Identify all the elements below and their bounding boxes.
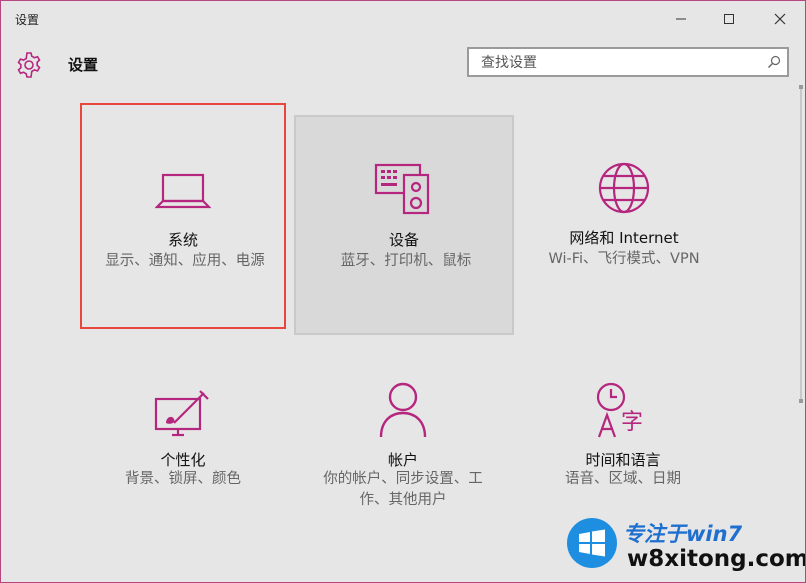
svg-text:字: 字 [621, 410, 643, 435]
tile-devices-desc: 蓝牙、打印机、鼠标 [340, 253, 472, 269]
time-language-icon: 字 [596, 382, 643, 438]
tile-accounts-name: 帐户 [387, 451, 418, 469]
personalize-icon [154, 390, 209, 437]
search-box[interactable] [467, 47, 789, 77]
tile-personalization-desc: 背景、锁屏、颜色 [125, 471, 241, 487]
window-title: 设置 [15, 13, 40, 27]
watermark-url: w8xitong.com [627, 546, 806, 572]
maximize-button[interactable] [717, 9, 741, 29]
search-icon[interactable] [767, 55, 781, 69]
tile-devices-name: 设备 [388, 231, 419, 249]
laptop-icon [155, 173, 211, 209]
tile-time-language-desc: 语音、区域、日期 [565, 471, 681, 487]
page-title: 设置 [68, 56, 99, 74]
keyboard-speaker-icon [374, 163, 430, 215]
close-button[interactable] [768, 9, 792, 29]
tile-devices[interactable]: 设备 蓝牙、打印机、鼠标 [294, 115, 514, 335]
watermark: 专注于win7 w8xitong.com [559, 512, 805, 578]
tile-personalization-name: 个性化 [160, 451, 206, 469]
windows-logo-icon [567, 518, 617, 568]
person-icon [379, 382, 427, 438]
settings-header: 设置 [1, 41, 805, 91]
close-icon [774, 13, 786, 25]
watermark-top-text: 专注于win7 [623, 522, 743, 546]
tile-system-name: 系统 [167, 231, 198, 249]
tile-network-desc: Wi-Fi、飞行模式、VPN [548, 251, 700, 267]
tile-accounts-desc: 你的帐户、同步设置、工作、其他用户 [323, 471, 483, 508]
minimize-icon [676, 18, 686, 20]
settings-window: 设置 设置 查找设置 系统 显示、通知、应用、电源 设备 蓝牙、打印机、鼠标 网… [0, 0, 806, 583]
maximize-icon [724, 14, 734, 24]
tile-accounts[interactable]: 帐户 你的帐户、同步设置、工作、其他用户 [300, 337, 506, 563]
scrollbar[interactable] [797, 83, 805, 405]
tile-personalization[interactable]: 个性化 背景、锁屏、颜色 [80, 337, 286, 563]
settings-gear-icon [17, 52, 41, 78]
tile-system[interactable]: 系统 显示、通知、应用、电源 [80, 103, 286, 329]
title-bar: 设置 [1, 1, 805, 37]
minimize-button[interactable] [669, 9, 693, 29]
tile-system-desc: 显示、通知、应用、电源 [105, 253, 265, 269]
globe-icon [598, 162, 650, 214]
tile-time-language-name: 时间和语言 [585, 451, 661, 469]
tile-network[interactable]: 网络和 Internet Wi-Fi、飞行模式、VPN [521, 103, 727, 329]
tile-network-name: 网络和 Internet [569, 229, 679, 247]
search-input[interactable] [479, 52, 763, 74]
scrollbar-track-icon [799, 85, 803, 403]
